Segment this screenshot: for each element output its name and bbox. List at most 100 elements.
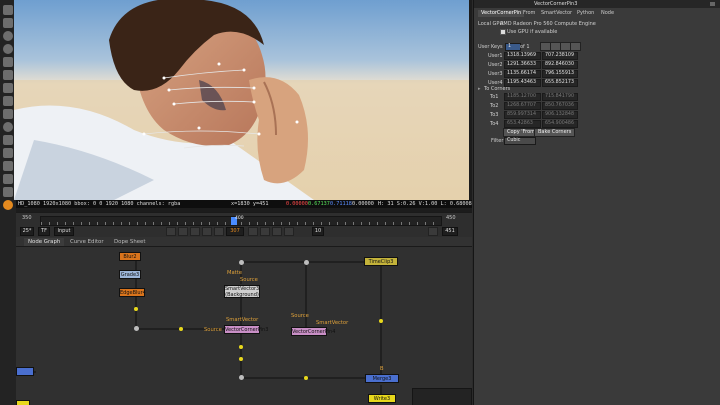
use-gpu-checkbox[interactable] [500, 29, 506, 35]
green-value: 0.67137 [308, 201, 330, 207]
image-icon[interactable] [3, 18, 13, 28]
stop-button[interactable] [214, 227, 224, 236]
particles-icon[interactable] [3, 174, 13, 184]
timeclip-node[interactable]: TimeClip3 [364, 257, 398, 266]
pointer-icon[interactable] [3, 5, 13, 15]
user-x-field[interactable]: 1318.13969 [504, 52, 541, 60]
timeline-bar: 350 400 450 25* TF Input 307 10 451 [16, 212, 472, 237]
tab-python[interactable]: Python [574, 10, 597, 17]
furnace-icon[interactable] [3, 200, 13, 210]
skip-start-button[interactable] [166, 227, 176, 236]
user-y-field[interactable]: 655.852173 [542, 79, 578, 87]
to-x-field[interactable]: 653.42863 [504, 120, 541, 128]
source-label-3: Source [291, 313, 309, 319]
use-gpu-label: Use GPU if available [507, 29, 558, 35]
timeline-slider[interactable]: 400 [40, 216, 442, 226]
merge-icon[interactable] [3, 109, 13, 119]
grade-node[interactable]: Grade3 [119, 270, 141, 279]
3d-icon[interactable] [3, 135, 13, 145]
next-key-button[interactable] [272, 227, 282, 236]
connection-dot[interactable] [239, 357, 243, 361]
play-button[interactable] [248, 227, 258, 236]
to-x-field[interactable]: 859.997314 [504, 111, 541, 119]
matte-label: Matte [227, 270, 242, 276]
dot-node[interactable] [239, 260, 244, 265]
tab-node[interactable]: Node [598, 10, 617, 17]
to-y-field[interactable]: 850.767036 [542, 102, 578, 110]
to-y-field[interactable]: 715.841790 [542, 93, 578, 101]
views-icon[interactable] [3, 148, 13, 158]
connection-dot[interactable] [239, 345, 243, 349]
dot-node[interactable] [304, 260, 309, 265]
tab-smartvector[interactable]: SmartVector [538, 10, 575, 17]
connection-dot[interactable] [304, 376, 308, 380]
user-x-field[interactable]: 1291.36633 [504, 61, 541, 69]
merge-node[interactable]: Merge3 [365, 374, 399, 383]
user-keys-field[interactable]: 1 [505, 43, 521, 51]
fps-field[interactable]: 25* [20, 227, 34, 236]
key-next-button[interactable] [570, 42, 581, 51]
to-y-field[interactable]: 654.900486 [542, 120, 578, 128]
tab-dope-sheet[interactable]: Dope Sheet [110, 238, 150, 246]
to-x-field[interactable]: 1185.12700 [504, 93, 541, 101]
step-back-button[interactable] [190, 227, 200, 236]
time-icon[interactable] [3, 44, 13, 54]
step-forward-button[interactable] [260, 227, 270, 236]
deep-icon[interactable] [3, 187, 13, 197]
draw-icon[interactable] [3, 31, 13, 41]
vectorcornerpin3-node[interactable]: VectorCornerPin3 [224, 325, 268, 334]
user-x-field[interactable]: 1135.66174 [504, 70, 541, 78]
vectorcornerpin4-node[interactable]: VectorCornerPin4 [291, 327, 335, 336]
edgeblur-node[interactable]: EdgeBlur4 [119, 288, 146, 297]
channel-icon[interactable] [3, 57, 13, 67]
dot-node[interactable] [134, 326, 139, 331]
user-y-field[interactable]: 892.846030 [542, 61, 578, 69]
skip-end-button[interactable] [284, 227, 294, 236]
to-x-field[interactable]: 1268.67707 [504, 102, 541, 110]
smartvector-node-subtitle: (Background) [225, 292, 259, 298]
end-frame-field[interactable]: 451 [442, 227, 458, 236]
tab-vectorcornerpin[interactable]: VectorCornerPin [478, 10, 525, 17]
loop-button[interactable] [428, 227, 438, 236]
tab-node-graph[interactable]: Node Graph [24, 238, 65, 246]
gpu-value: AMD Radeon Pro 560 Compute Engine [500, 21, 596, 27]
user-y-field[interactable]: 707.238109 [542, 52, 578, 60]
blur-node[interactable]: Blur2 [119, 252, 141, 261]
filter-label: Filter [491, 138, 504, 144]
tf-field[interactable]: TF [38, 227, 50, 236]
keyer-icon[interactable] [3, 96, 13, 106]
node-graph[interactable]: Blur2 Grade3 EdgeBlur4 Matte Source Smar… [16, 247, 472, 405]
tab-from[interactable]: From [520, 10, 538, 17]
viewer-info-bar: HD_1080 1920x1080 bbox: 0 0 1920 1080 ch… [16, 200, 472, 208]
step-field[interactable]: 10 [312, 227, 324, 236]
dot-node[interactable] [239, 375, 244, 380]
user-y-field[interactable]: 796.155913 [542, 70, 578, 78]
viewer-image[interactable] [14, 0, 469, 200]
color-icon[interactable] [3, 70, 13, 80]
connection-dot[interactable] [379, 319, 383, 323]
filter-select[interactable]: Cubic [504, 137, 536, 145]
close-icon[interactable] [710, 2, 715, 6]
bake-corners-button[interactable]: Bake Corners [534, 128, 576, 137]
connection-dot[interactable] [179, 327, 183, 331]
tab-curve-editor[interactable]: Curve Editor [66, 238, 108, 246]
filter-icon[interactable] [3, 83, 13, 93]
alpha-value: 0.00000 [352, 201, 374, 207]
offscreen-write-node[interactable] [16, 400, 30, 405]
connection-dot[interactable] [134, 307, 138, 311]
to-label: To2 [490, 103, 499, 109]
input-select[interactable]: Input [54, 227, 74, 236]
play-back-button[interactable] [202, 227, 212, 236]
transform-icon[interactable] [3, 122, 13, 132]
metadata-icon[interactable] [3, 161, 13, 171]
prev-key-button[interactable] [178, 227, 188, 236]
navigator-minimap[interactable] [412, 388, 472, 405]
to-y-field[interactable]: 906.132848 [542, 111, 578, 119]
to-corners-label[interactable]: To Corners [484, 86, 510, 92]
frame-field[interactable]: 307 [226, 227, 244, 236]
to-corners-toggle-icon[interactable]: ▸ [478, 86, 481, 92]
write-node[interactable]: Write3 [368, 394, 396, 403]
smartvector-node[interactable]: SmartVector3 (Background) [224, 285, 260, 298]
bg-label: B [380, 366, 384, 372]
offscreen-node[interactable] [16, 367, 34, 376]
